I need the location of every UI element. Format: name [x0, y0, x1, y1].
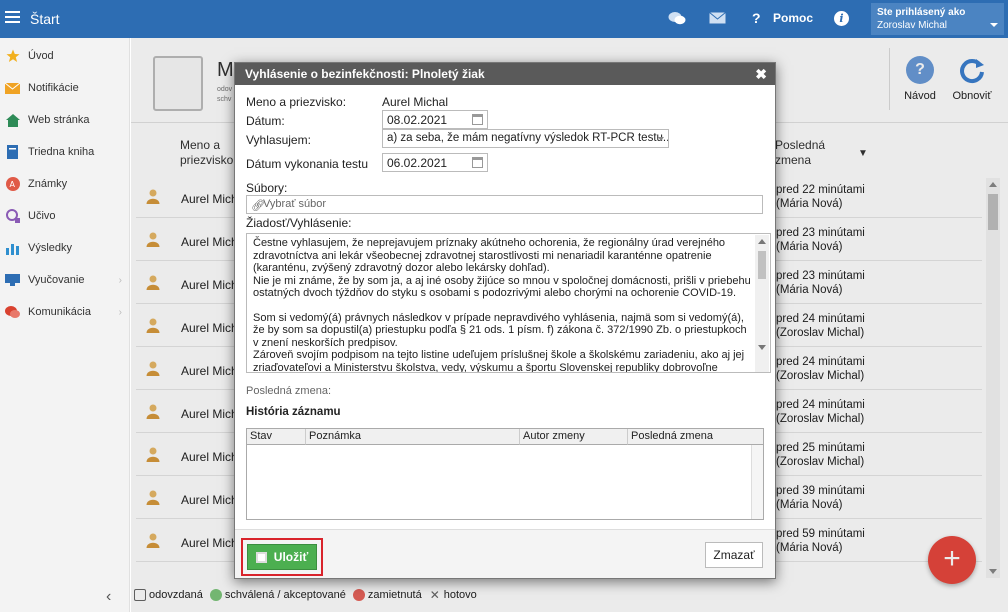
hamburger-menu-icon[interactable]: [5, 11, 20, 24]
dialog-title: Vyhlásenie o bezinfekčnosti: Plnoletý ži…: [235, 63, 775, 85]
sidebar-item-komunikacia[interactable]: Komunikácia ›: [0, 296, 130, 328]
sidebar-item-label: Vyučovanie: [28, 274, 85, 286]
history-scrollbar[interactable]: [751, 445, 763, 519]
sidebar-item-notifikacie[interactable]: Notifikácie: [0, 72, 130, 104]
history-col-status[interactable]: Stav: [247, 429, 306, 445]
test-date-field[interactable]: 06.02.2021: [382, 153, 488, 172]
sidebar-item-label: Notifikácie: [28, 82, 79, 94]
collapse-sidebar-icon[interactable]: ‹: [106, 588, 111, 606]
sidebar-item-label: Úvod: [28, 50, 54, 62]
save-disk-icon: [255, 551, 267, 563]
date-field[interactable]: 08.02.2021: [382, 110, 488, 129]
sidebar-item-label: Známky: [28, 178, 68, 190]
top-bar: Štart ? Pomoc i Ste prihlásený ako Zoros…: [0, 0, 1008, 38]
mail-icon[interactable]: [708, 10, 726, 26]
svg-text:A: A: [9, 180, 15, 189]
sidebar-item-label: Komunikácia: [28, 306, 91, 318]
bar-chart-icon: [5, 241, 20, 255]
home-icon: [5, 113, 20, 127]
help-question-icon[interactable]: ?: [752, 10, 761, 26]
chevron-right-icon: ›: [118, 306, 122, 318]
help-link[interactable]: Pomoc: [773, 11, 813, 25]
declare-label: Vyhlasujem:: [246, 133, 311, 147]
name-value: Aurel Michal: [382, 95, 449, 109]
sidebar: Úvod Notifikácie Web stránka Triedna kni…: [0, 38, 130, 612]
scroll-up-icon[interactable]: [758, 239, 766, 244]
files-label: Súbory:: [246, 181, 288, 195]
app-title[interactable]: Štart: [30, 11, 60, 27]
close-icon[interactable]: ✖: [755, 66, 767, 83]
dialog-footer: Uložiť Zmazať: [235, 529, 775, 578]
book-icon: [5, 145, 20, 159]
sidebar-item-label: Triedna kniha: [28, 146, 95, 158]
name-label: Meno a priezvisko:: [246, 95, 347, 109]
paperclip-icon: 🔗︎: [251, 200, 265, 212]
save-highlight: Uložiť: [241, 538, 323, 576]
sidebar-item-znamky[interactable]: A Známky: [0, 168, 130, 200]
chat-bubbles-icon[interactable]: [668, 10, 686, 26]
history-col-author[interactable]: Autor zmeny: [520, 429, 628, 445]
grade-icon: A: [5, 177, 20, 191]
sidebar-item-ucivo[interactable]: Učivo: [0, 200, 130, 232]
sidebar-item-uvod[interactable]: Úvod: [0, 40, 130, 72]
history-title: História záznamu: [246, 406, 341, 418]
star-icon: [5, 49, 20, 63]
save-button[interactable]: Uložiť: [247, 544, 317, 570]
lesson-icon: [5, 209, 20, 223]
chevron-right-icon: ›: [118, 274, 122, 286]
last-change-label: Posledná zmena:: [246, 385, 331, 397]
history-col-note[interactable]: Poznámka: [306, 429, 520, 445]
teaching-icon: [5, 273, 20, 287]
history-table: Stav Poznámka Autor zmeny Posledná zmena: [246, 428, 764, 520]
test-date-label: Dátum vykonania testu: [246, 157, 369, 171]
sidebar-item-label: Web stránka: [28, 114, 90, 126]
sidebar-item-label: Učivo: [28, 210, 56, 222]
request-label: Žiadosť/Vyhlásenie:: [246, 216, 352, 230]
sidebar-item-web-stranka[interactable]: Web stránka: [0, 104, 130, 136]
scroll-thumb[interactable]: [758, 251, 766, 279]
calendar-icon[interactable]: [472, 157, 483, 168]
delete-button[interactable]: Zmazať: [705, 542, 763, 568]
user-menu[interactable]: Ste prihlásený ako Zoroslav Michal: [871, 3, 1004, 35]
chevron-down-icon: [658, 137, 664, 141]
sidebar-item-triedna-kniha[interactable]: Triedna kniha: [0, 136, 130, 168]
scroll-down-icon[interactable]: [758, 345, 766, 350]
declaration-textarea[interactable]: Čestne vyhlasujem, že neprejavujem prízn…: [246, 233, 771, 373]
date-label: Dátum:: [246, 114, 285, 128]
info-icon[interactable]: i: [834, 11, 849, 26]
chevron-down-icon: [990, 23, 998, 27]
declaration-dialog: Vyhlásenie o bezinfekčnosti: Plnoletý ži…: [234, 62, 776, 579]
user-name: Zoroslav Michal: [877, 20, 948, 31]
chat-icon: [5, 305, 20, 319]
textarea-scrollbar[interactable]: [755, 235, 769, 372]
calendar-icon[interactable]: [472, 114, 483, 125]
user-prefix: Ste prihlásený ako: [877, 7, 966, 18]
file-picker[interactable]: 🔗︎ Vybrať súbor: [246, 195, 763, 214]
envelope-icon: [5, 81, 20, 95]
declaration-select[interactable]: a) za seba, že mám negatívny výsledok RT…: [382, 129, 669, 148]
sidebar-item-vysledky[interactable]: Výsledky: [0, 232, 130, 264]
sidebar-item-label: Výsledky: [28, 242, 73, 254]
sidebar-item-vyucovanie[interactable]: Vyučovanie ›: [0, 264, 130, 296]
history-col-last-change[interactable]: Posledná zmena: [628, 429, 763, 445]
